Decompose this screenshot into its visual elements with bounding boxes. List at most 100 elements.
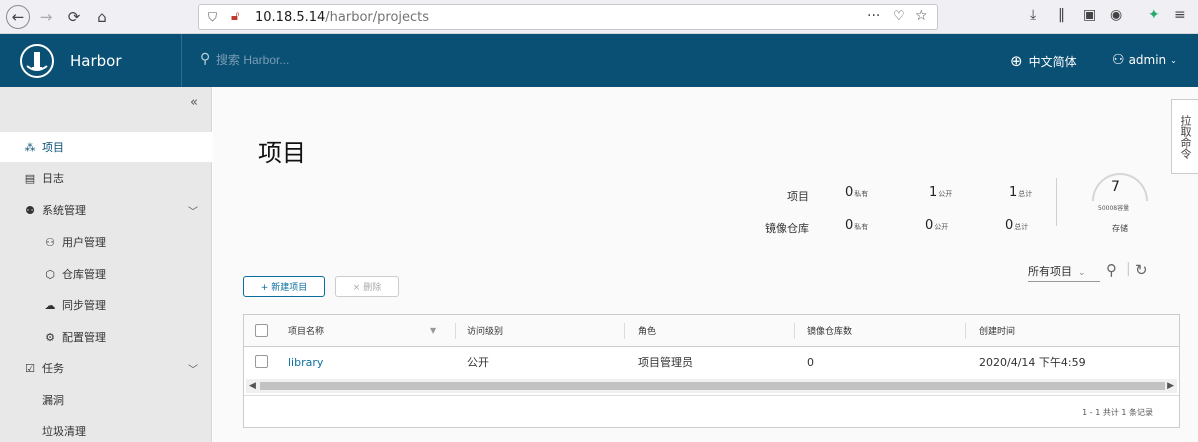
table-header: 项目名称 ▼ 访问级别 角色 镜像仓库数 创建时间 [244, 315, 1179, 347]
chevron-down-icon: ⌄ [1170, 55, 1177, 65]
tasks-icon: ☑ [25, 361, 35, 375]
pull-command-tab[interactable]: 拉取命令 [1171, 99, 1198, 174]
sidebar-item-logs[interactable]: ▤ 日志 [0, 163, 212, 193]
reload-icon[interactable]: ⟳ [62, 5, 86, 29]
download-icon[interactable]: ⤓ [1030, 7, 1036, 23]
log-icon: ▤ [24, 171, 36, 185]
project-name-link[interactable]: library [288, 347, 323, 377]
repos-private-count: 0私有 [845, 218, 869, 233]
table-footer: 1 - 1 共计 1 条记录 [244, 395, 1179, 428]
projects-total-count: 1总计 [1009, 185, 1033, 200]
projects-private-count: 0私有 [845, 185, 869, 200]
projects-public-count: 1公开 [929, 185, 953, 200]
row-checkbox[interactable] [255, 355, 268, 368]
sidebar-item-users[interactable]: ⚇ 用户管理 [0, 227, 212, 257]
column-separator [794, 323, 795, 339]
sidebar-item-label: 配置管理 [62, 331, 106, 344]
projects-table: 项目名称 ▼ 访问级别 角色 镜像仓库数 创建时间 library 公开 项目管… [243, 314, 1180, 428]
sidebar-item-vulnerability[interactable]: 漏洞 [0, 385, 212, 415]
column-header-repo-count[interactable]: 镜像仓库数 [807, 315, 852, 346]
sidebar-item-replications[interactable]: ☁ 同步管理 [0, 290, 212, 320]
global-search-input[interactable] [216, 50, 356, 70]
sidebar-item-label: 仓库管理 [62, 268, 106, 281]
user-menu[interactable]: ⚇ admin ⌄ [1112, 52, 1177, 68]
forward-icon[interactable]: → [34, 5, 58, 29]
search-icon: ⚲ [200, 51, 211, 67]
column-separator [965, 323, 966, 339]
menu-icon[interactable]: ≡ [1174, 7, 1186, 23]
sidebar-item-garbage-collection[interactable]: 垃圾清理 [0, 416, 212, 442]
address-bar[interactable]: ⛉ 🔓︎ 10.18.5.14/harbor/projects ··· ♡ ☆ [198, 4, 938, 30]
url-text[interactable]: 10.18.5.14/harbor/projects [255, 10, 429, 25]
filter-icon[interactable]: ▼ [430, 315, 436, 346]
toolbar-divider: | [1126, 261, 1131, 277]
sidebar-item-label: 同步管理 [62, 299, 106, 312]
more-icon[interactable]: ··· [867, 8, 880, 24]
harbor-logo-icon[interactable] [20, 44, 54, 78]
sidebar-item-projects[interactable]: ⁂ 项目 [0, 132, 212, 162]
column-header-access[interactable]: 访问级别 [467, 315, 503, 346]
shield-icon[interactable]: ⛉ [208, 10, 217, 25]
home-icon[interactable]: ⌂ [90, 5, 114, 29]
column-header-created[interactable]: 创建时间 [979, 315, 1015, 346]
delete-project-button[interactable]: × 删除 [335, 276, 399, 297]
project-created: 2020/4/14 下午4:59 [979, 356, 1086, 369]
language-label: 中文简体 [1028, 54, 1077, 69]
chevron-down-icon: ﹀ [188, 364, 198, 376]
column-header-name[interactable]: 项目名称 [288, 315, 324, 346]
horizontal-scrollbar[interactable]: ◀ ▶ [246, 379, 1177, 393]
library-icon[interactable]: ‖ [1058, 7, 1065, 23]
sidebar-item-administration[interactable]: ⚉ 系统管理 ﹀ [0, 195, 212, 225]
column-header-role[interactable]: 角色 [638, 315, 656, 346]
scroll-thumb[interactable] [260, 382, 1165, 390]
sidebar-item-label: 垃圾清理 [42, 425, 86, 438]
table-row[interactable]: library 公开 项目管理员 0 2020/4/14 下午4:59 [244, 347, 1179, 377]
project-access: 公开 [467, 356, 489, 369]
app-title[interactable]: Harbor [70, 52, 122, 70]
sidebar-item-label: 系统管理 [42, 204, 86, 217]
insecure-lock-icon[interactable]: 🔓︎ [231, 9, 239, 24]
select-all-checkbox[interactable] [255, 324, 268, 337]
storage-value: 7 [1111, 179, 1120, 195]
sidebar-item-configuration[interactable]: ⚙ 配置管理 [0, 322, 212, 352]
sidebar-item-label: 项目 [42, 141, 64, 154]
project-filter-select[interactable]: 所有项目 ⌄ [1028, 263, 1100, 282]
search-icon[interactable]: ⚲ [1106, 261, 1117, 279]
sidebar-icon[interactable]: ▣ [1083, 7, 1096, 23]
pocket-icon[interactable]: ♡ [893, 9, 905, 24]
user-name: admin [1128, 53, 1167, 67]
column-separator [624, 323, 625, 339]
column-separator [455, 323, 456, 339]
sidebar-item-registries[interactable]: ⬡ 仓库管理 [0, 259, 212, 289]
sidebar-item-tasks[interactable]: ☑ 任务 ﹀ [0, 353, 212, 383]
account-icon[interactable]: ◉ [1110, 7, 1122, 23]
language-selector[interactable]: ⊕ 中文简体 [1010, 52, 1077, 70]
admin-icon: ⚉ [25, 203, 35, 217]
refresh-icon[interactable]: ↻ [1135, 261, 1148, 279]
page-title: 项目 [258, 139, 306, 167]
app-header: Harbor ⚲ ⊕ 中文简体 ⚇ admin ⌄ [0, 34, 1198, 87]
project-icon: ⁂ [24, 140, 36, 154]
collapse-sidebar-icon[interactable]: « [190, 95, 198, 110]
chevron-down-icon: ⌄ [1078, 268, 1086, 278]
star-icon[interactable]: ☆ [915, 8, 928, 24]
extensions-icon[interactable]: ✦ [1148, 7, 1160, 23]
browser-toolbar: ← → ⟳ ⌂ ⛉ 🔓︎ 10.18.5.14/harbor/projects … [0, 0, 1198, 34]
chevron-down-icon: ﹀ [188, 206, 198, 218]
stats-divider [1056, 178, 1057, 226]
sidebar-item-label: 漏洞 [42, 394, 64, 407]
globe-icon: ⊕ [1010, 52, 1023, 70]
storage-label: 存储 [1112, 224, 1128, 233]
back-icon[interactable]: ← [6, 5, 30, 29]
pagination-summary: 1 - 1 共计 1 条记录 [1082, 408, 1153, 417]
scroll-right-icon[interactable]: ▶ [1167, 379, 1174, 393]
new-project-button[interactable]: + 新建项目 [243, 276, 325, 297]
filter-value: 所有项目 [1028, 265, 1072, 278]
replication-icon: ☁ [44, 298, 56, 312]
sidebar-item-label: 任务 [42, 362, 64, 375]
user-icon: ⚇ [1112, 52, 1125, 68]
scroll-left-icon[interactable]: ◀ [249, 379, 256, 393]
users-icon: ⚇ [45, 235, 55, 249]
sidebar: « ⁂ 项目 ▤ 日志 ⚉ 系统管理 ﹀ ⚇ 用户管理 ⬡ 仓库管理 ☁ 同步管理 ⚙ 配置管… [0, 87, 212, 442]
main-content: 项目 拉取命令 项目 镜像仓库 0私有 1公开 1总计 0私有 0公开 0总计 … [213, 87, 1198, 442]
